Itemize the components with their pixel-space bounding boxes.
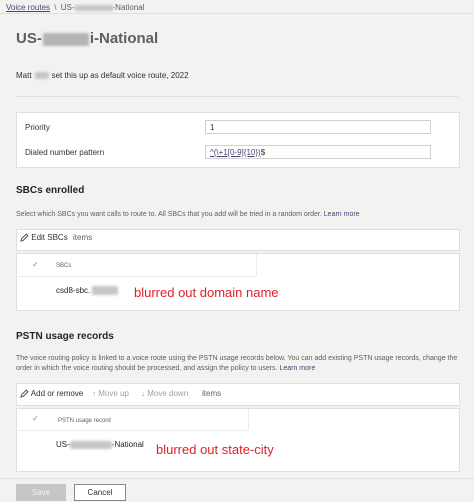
arrow-down-icon: ↓ xyxy=(141,389,145,398)
move-down-label: Move down xyxy=(147,389,189,398)
redacted-blur xyxy=(74,4,113,11)
page-title-suffix: i-National xyxy=(89,30,159,47)
redaction-annotation-domain: blurred out domain name xyxy=(134,285,279,300)
pstn-learn-more-link[interactable]: Learn more xyxy=(279,365,315,372)
dialed-number-pattern-label: Dialed number pattern xyxy=(25,148,105,157)
breadcrumb: Voice routes \ US- -National xyxy=(6,3,145,12)
sbc-name: csd8-sbc. xyxy=(56,286,91,295)
route-description-suffix: set this up as default voice route, 2022 xyxy=(51,71,189,80)
breadcrumb-current-suffix: -National xyxy=(112,3,145,12)
sbcs-learn-more-link[interactable]: Learn more xyxy=(324,211,360,218)
pstn-column-header: PSTN usage record xyxy=(58,418,111,424)
sbcs-items-count: items xyxy=(73,233,93,242)
cancel-button[interactable]: Cancel xyxy=(74,484,126,501)
route-description: Matt set this up as default voice route, … xyxy=(16,71,189,80)
sbcs-enrolled-heading: SBCs enrolled xyxy=(16,185,85,196)
move-up-label: Move up xyxy=(98,389,129,398)
breadcrumb-separator: \ xyxy=(54,3,57,12)
table-row[interactable]: csd8-sbc. xyxy=(56,286,119,296)
sbcs-column-header: SBCs xyxy=(56,263,72,269)
select-all-check-icon[interactable]: ✓ xyxy=(32,260,39,269)
sbcs-description-text: Select which SBCs you want calls to rout… xyxy=(16,211,322,218)
move-down-button[interactable]: ↓ Move down xyxy=(141,389,188,398)
column-divider xyxy=(256,254,257,276)
footer-divider xyxy=(0,478,474,479)
pstn-record-suffix: -National xyxy=(111,440,144,449)
pstn-description: The voice routing policy is linked to a … xyxy=(16,354,460,374)
table-header-divider xyxy=(16,276,256,277)
pstn-usage-records-heading: PSTN usage records xyxy=(16,331,114,342)
arrow-up-icon: ↑ xyxy=(92,389,96,398)
pencil-icon xyxy=(20,389,29,399)
select-all-check-icon[interactable]: ✓ xyxy=(32,414,39,423)
redaction-annotation-state-city: blurred out state-city xyxy=(156,442,274,457)
header-divider xyxy=(0,13,474,14)
section-divider xyxy=(16,96,458,97)
breadcrumb-voice-routes-link[interactable]: Voice routes xyxy=(6,3,50,12)
page-title: US-i-National xyxy=(16,30,158,47)
redacted-blur xyxy=(42,32,89,46)
edit-sbcs-button[interactable]: Edit SBCs xyxy=(20,233,68,243)
move-up-button[interactable]: ↑ Move up xyxy=(92,389,129,398)
sbcs-table xyxy=(16,253,460,311)
add-or-remove-label: Add or remove xyxy=(30,389,84,398)
pstn-description-text: The voice routing policy is linked to a … xyxy=(16,355,458,372)
priority-label: Priority xyxy=(25,123,50,132)
pattern-value-end: $ xyxy=(260,148,266,157)
page-title-prefix: US- xyxy=(16,30,42,47)
table-header-divider xyxy=(16,430,248,431)
pattern-value-link: ^(\+1[0-9]{10}) xyxy=(210,148,261,157)
priority-input[interactable]: 1 xyxy=(205,120,431,134)
pstn-items-count: items xyxy=(202,389,222,398)
add-or-remove-button[interactable]: Add or remove xyxy=(20,389,84,399)
table-row[interactable]: US- -National xyxy=(56,440,144,449)
save-button[interactable]: Save xyxy=(16,484,66,501)
redacted-blur xyxy=(92,286,119,296)
redacted-blur xyxy=(34,72,49,80)
pstn-record-prefix: US- xyxy=(56,440,70,449)
route-description-prefix: Matt xyxy=(16,71,32,80)
breadcrumb-current-prefix: US- xyxy=(60,3,75,12)
dialed-number-pattern-input[interactable]: ^(\+1[0-9]{10})$ xyxy=(205,145,431,159)
redacted-blur xyxy=(69,440,112,449)
pencil-icon xyxy=(20,233,29,243)
sbcs-description: Select which SBCs you want calls to rout… xyxy=(16,210,458,220)
column-divider xyxy=(248,409,249,430)
edit-sbcs-label: Edit SBCs xyxy=(31,233,68,242)
